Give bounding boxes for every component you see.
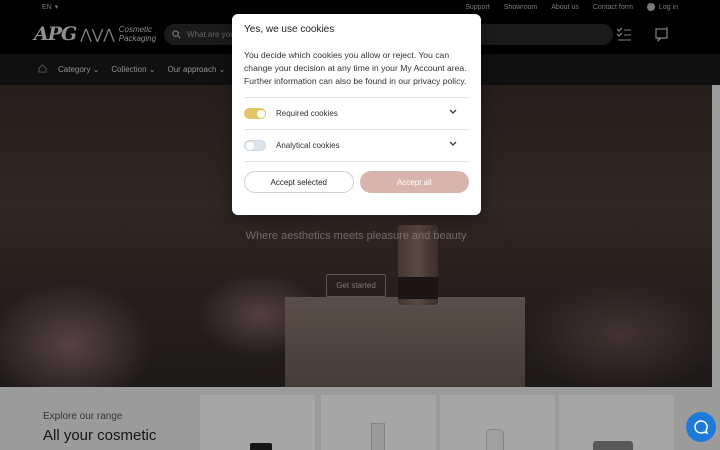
cookie-body: You decide which cookies you allow or re… <box>244 50 467 86</box>
logo-tagline-1: Cosmetic <box>118 25 153 34</box>
product-card[interactable] <box>321 395 436 450</box>
contact-link[interactable]: Contact form <box>593 4 633 11</box>
spray-bottle-image <box>371 423 385 450</box>
chevron-down-icon[interactable] <box>449 109 457 115</box>
about-link[interactable]: About us <box>551 4 579 11</box>
nav-item-our-approach[interactable]: Our approach ⌄ <box>167 65 225 74</box>
bottle-base <box>398 277 438 299</box>
accept-all-button[interactable]: Accept all <box>359 171 469 193</box>
stone-pedestal <box>285 297 525 389</box>
cookie-consent-dialog: Yes, we use cookies You decide which coo… <box>232 14 481 215</box>
analytical-cookies-row[interactable]: Analytical cookies <box>244 129 469 161</box>
showroom-link[interactable]: Showroom <box>504 4 537 11</box>
chevron-down-icon: ⌄ <box>92 65 100 74</box>
nav-item-collection[interactable]: Collection ⌄ <box>111 65 155 74</box>
hero-subtitle: Where aesthetics meets pleasure and beau… <box>245 230 467 242</box>
language-selector[interactable]: EN ▾ <box>42 3 59 12</box>
accept-selected-button[interactable]: Accept selected <box>244 171 354 193</box>
chevron-down-icon: ▾ <box>54 4 59 11</box>
chevron-down-icon[interactable] <box>449 141 457 147</box>
login-link[interactable]: Log in <box>646 3 678 11</box>
scrollbar[interactable] <box>712 85 720 387</box>
chat-button[interactable] <box>686 412 716 442</box>
checklist-icon[interactable] <box>616 26 632 42</box>
user-icon <box>646 3 655 11</box>
chevron-down-icon: ⌄ <box>148 65 156 74</box>
required-cookies-row[interactable]: Required cookies <box>244 97 469 129</box>
range-title: All your cosmetic <box>43 427 157 444</box>
logo-wave-icon: ⋀⋁⋀ <box>80 25 115 42</box>
range-section: Explore our range All your cosmetic <box>0 387 720 450</box>
compare-icon[interactable] <box>654 26 670 43</box>
logo-mark: APG <box>34 23 77 45</box>
chat-bubble-icon <box>694 420 709 435</box>
analytical-cookies-label: Analytical cookies <box>276 141 340 150</box>
chevron-down-icon: ⌄ <box>218 65 226 74</box>
jar-image <box>250 443 272 450</box>
login-label: Log in <box>658 3 678 11</box>
required-cookies-toggle[interactable] <box>244 108 266 119</box>
utility-bar: EN ▾ Support Showroom About us Contact f… <box>0 0 720 14</box>
logo-tagline: Cosmetic Packaging <box>119 25 156 43</box>
product-card[interactable] <box>440 395 555 450</box>
language-label: EN <box>42 3 52 11</box>
cream-jar-image <box>593 441 633 450</box>
logo-tagline-2: Packaging <box>118 34 157 43</box>
get-started-button[interactable]: Get started <box>326 274 386 297</box>
nav-collection-label: Collection <box>111 65 147 74</box>
cookie-title: Yes, we use cookies <box>244 24 335 35</box>
logo[interactable]: APG ⋀⋁⋀ Cosmetic Packaging <box>34 23 156 45</box>
nav-approach-label: Our approach <box>167 65 217 74</box>
home-icon[interactable] <box>38 64 47 75</box>
support-link[interactable]: Support <box>465 4 490 11</box>
range-kicker: Explore our range <box>43 411 123 422</box>
pump-bottle-image <box>486 429 504 450</box>
required-cookies-label: Required cookies <box>276 109 338 118</box>
product-card[interactable] <box>200 395 315 450</box>
nav-category-label: Category <box>58 65 91 74</box>
search-icon <box>172 30 181 39</box>
analytical-cookies-toggle[interactable] <box>244 140 266 151</box>
nav-item-category[interactable]: Category ⌄ <box>58 65 99 74</box>
product-card[interactable] <box>559 395 674 450</box>
